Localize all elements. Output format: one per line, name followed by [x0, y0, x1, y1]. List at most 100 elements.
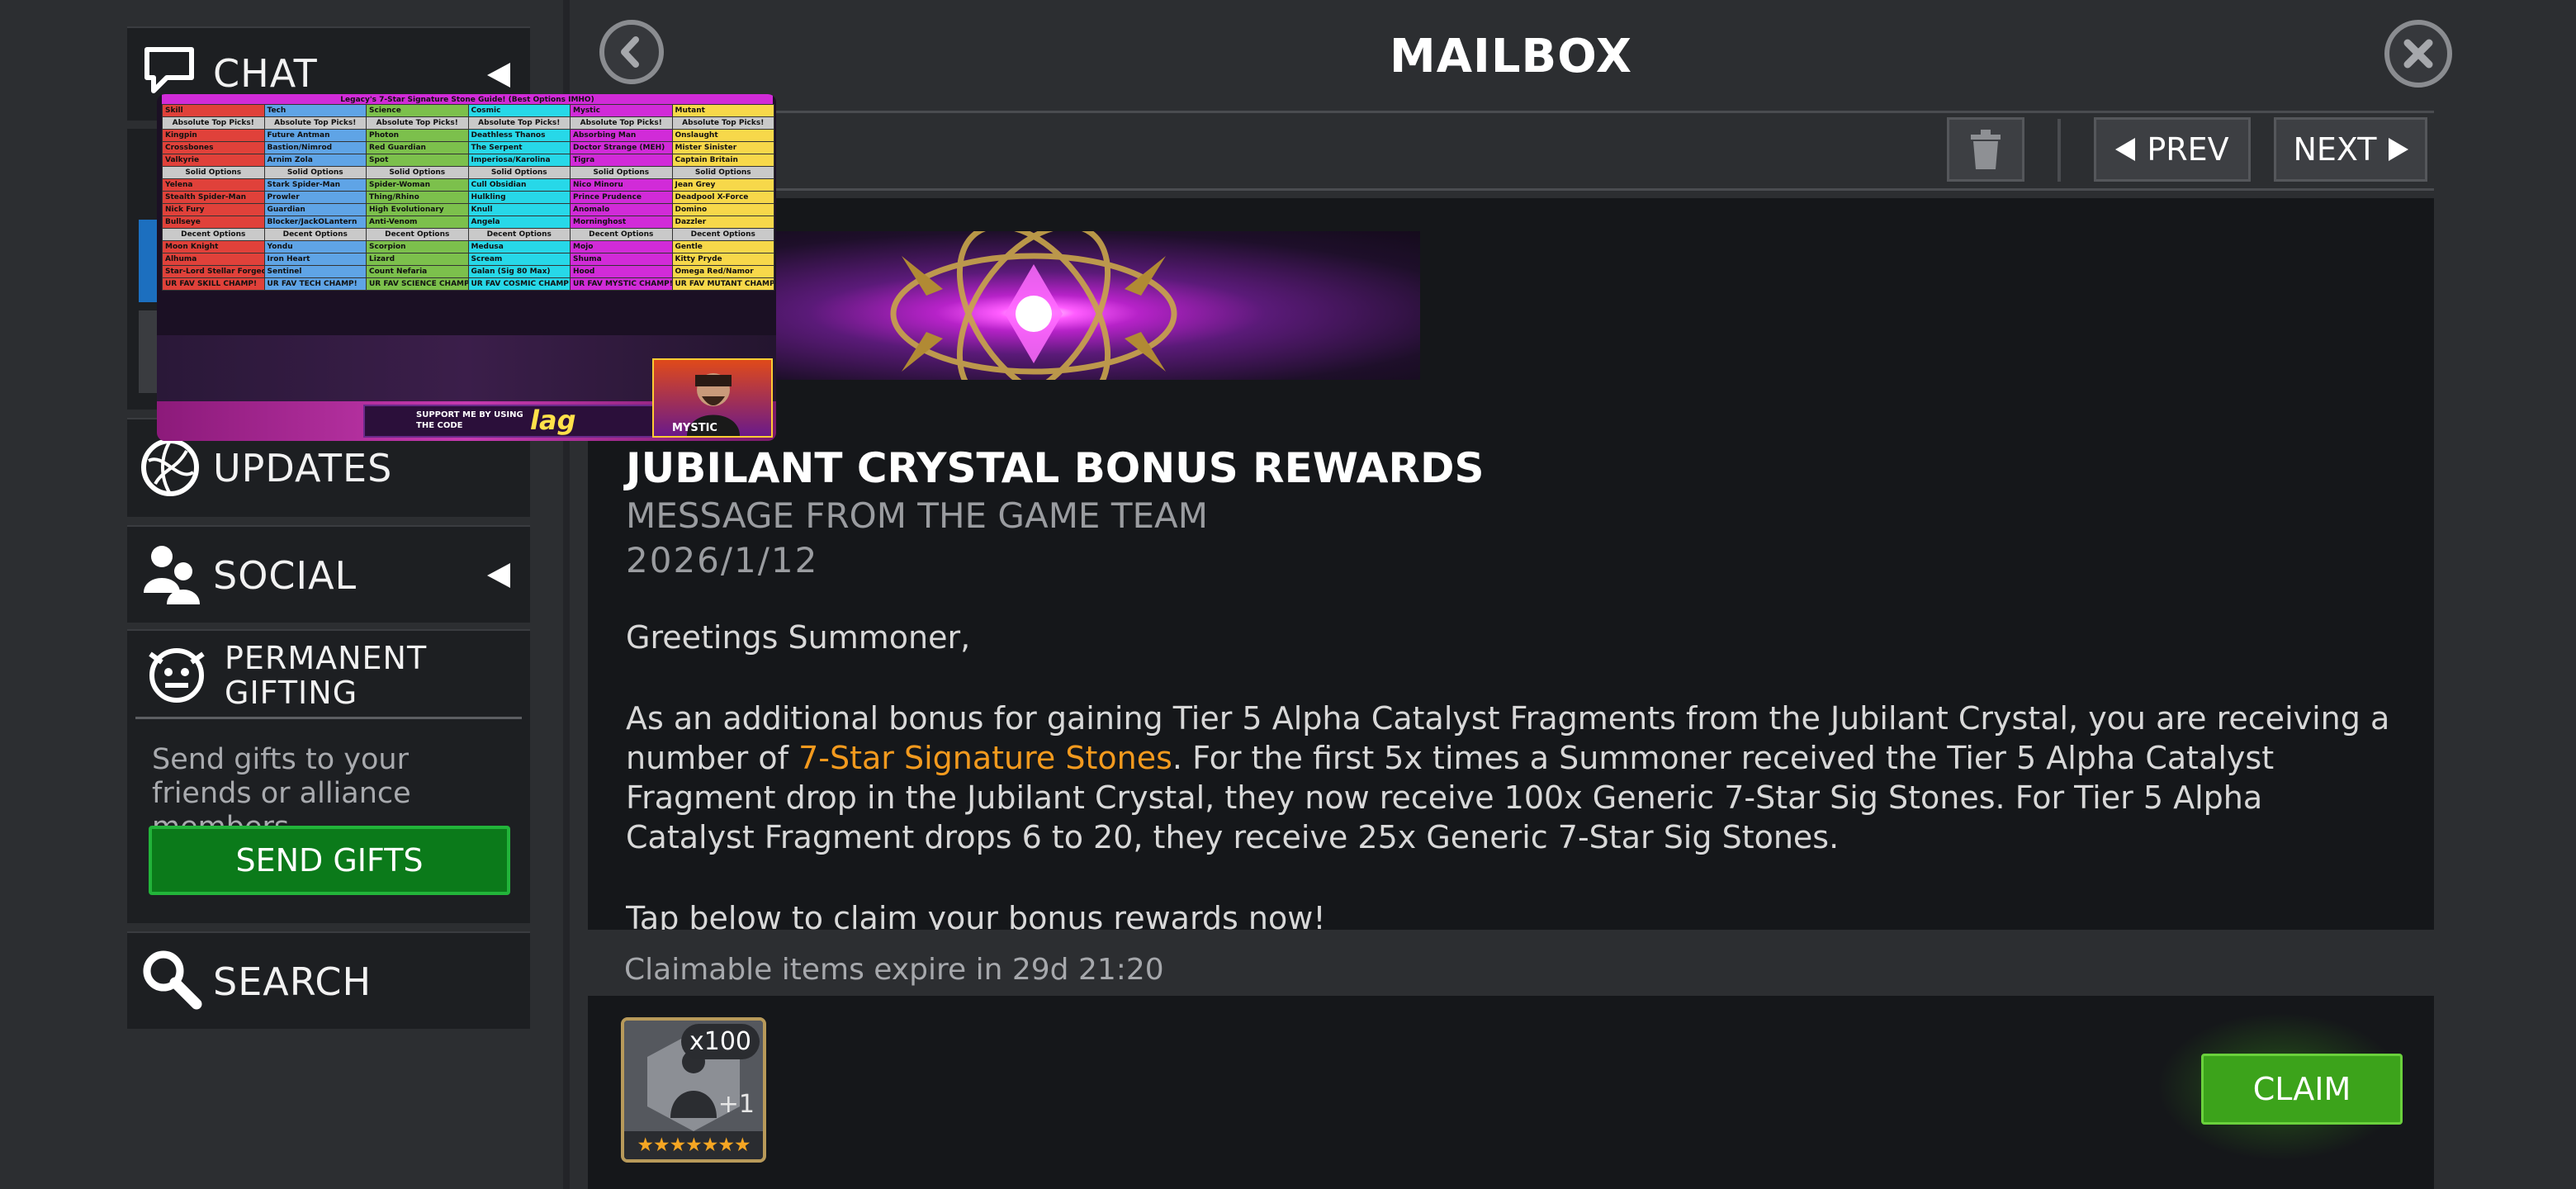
table-cell: Arnim Zola [263, 154, 367, 167]
table-cell: Absolute Top Picks! [671, 116, 774, 130]
table-row: Absolute Top Picks! Absolute Top Picks! Ab… [162, 116, 774, 130]
table-cell: UR FAV MYSTIC CHAMP! [570, 277, 673, 291]
sidebar-item-label: CHAT [213, 51, 318, 96]
table-cell: Hood [570, 265, 673, 278]
table-cell: Absolute Top Picks! [366, 116, 469, 130]
table-cell: Blocker/JackOLantern [263, 216, 367, 229]
table-cell: High Evolutionary [366, 203, 469, 216]
table-cell: Skill [162, 104, 265, 117]
close-icon [2403, 39, 2433, 69]
prev-label: PREV [2147, 131, 2229, 168]
streamer-tag: MYSTIC [672, 422, 717, 434]
table-cell: Morninghost [570, 216, 673, 229]
divider [135, 717, 522, 719]
table-cell: The Serpent [467, 141, 571, 154]
message-body: Greetings Summoner, As an additional bon… [626, 618, 2393, 930]
sidebar-item-label: SOCIAL [213, 553, 358, 598]
table-cell: UR FAV SCIENCE CHAMP! [366, 277, 469, 291]
table-cell: Tech [263, 104, 367, 117]
toolbar-rule [588, 188, 2434, 191]
table-cell: Lizard [366, 253, 469, 266]
table-row: Alhuma Iron Heart Lizard Scream Shuma Kitty P… [162, 253, 774, 266]
sig-stones-link[interactable]: 7-Star Signature Stones [798, 740, 1172, 776]
table-row: Stealth Spider-Man Prowler Thing/Rhino Hulk… [162, 191, 774, 204]
claim-button[interactable]: CLAIM [2201, 1054, 2403, 1125]
back-button[interactable] [599, 20, 664, 84]
table-cell: Yelena [162, 178, 265, 192]
table-cell: Spot [366, 154, 469, 167]
table-row: Skill Tech Science Cosmic Mystic Mutant [162, 104, 774, 117]
table-cell: Medusa [467, 240, 571, 253]
table-cell: Crossbones [162, 141, 265, 154]
table-cell: Tigra [570, 154, 673, 167]
message-subtitle: MESSAGE FROM THE GAME TEAM [626, 495, 1208, 536]
table-cell: Anti-Venom [366, 216, 469, 229]
table-cell: Decent Options [570, 228, 673, 241]
table-cell: Thing/Rhino [366, 191, 469, 204]
table-cell: Imperiosa/Karolina [467, 154, 571, 167]
expiry-text: Claimable items expire in 29d 21:20 [624, 953, 1164, 987]
table-row: UR FAV SKILL CHAMP! UR FAV TECH CHAMP! UR … [162, 277, 774, 291]
table-cell: UR FAV MUTANT CHAMP! [671, 277, 774, 291]
table-cell: Captain Britain [671, 154, 774, 167]
table-cell: Science [366, 104, 469, 117]
close-button[interactable] [2384, 20, 2452, 88]
table-row: Solid Options Solid Options Solid Options S… [162, 166, 774, 179]
table-cell: Nico Minoru [570, 178, 673, 192]
table-cell: Red Guardian [366, 141, 469, 154]
table-cell: Photon [366, 129, 469, 142]
support-code: lag [530, 405, 576, 436]
table-cell: Solid Options [162, 166, 265, 179]
sidebar-item-search[interactable]: SEARCH [127, 931, 530, 1029]
toolbar-rule [588, 111, 2434, 113]
people-icon [144, 546, 200, 604]
table-cell: Kitty Pryde [671, 253, 774, 266]
table-cell: Count Nefaria [366, 265, 469, 278]
next-button[interactable]: NEXT [2274, 117, 2427, 182]
table-cell: Decent Options [671, 228, 774, 241]
send-gifts-button[interactable]: SEND GIFTS [149, 826, 510, 895]
send-gifts-label: SEND GIFTS [235, 842, 424, 879]
table-cell: Omega Red/Namor [671, 265, 774, 278]
table-cell: Absolute Top Picks! [570, 116, 673, 130]
table-cell: Anomalo [570, 203, 673, 216]
table-row: Yelena Stark Spider-Man Spider-Woman Cull O… [162, 178, 774, 192]
table-cell: Shuma [570, 253, 673, 266]
table-row: Nick Fury Guardian High Evolutionary Knull A… [162, 203, 774, 216]
sidebar-item-social[interactable]: SOCIAL [127, 525, 530, 623]
message-panel[interactable]: JUBILANT CRYSTAL BONUS REWARDS MESSAGE F… [588, 198, 2434, 930]
sidebar-item-label: UPDATES [213, 446, 393, 490]
page-title: MAILBOX [1389, 30, 1633, 83]
table-cell: Knull [467, 203, 571, 216]
table-cell: Alhuma [162, 253, 265, 266]
table-cell: Absorbing Man [570, 129, 673, 142]
sig-stone-guide-table: Skill Tech Science Cosmic Mystic Mutant … [162, 104, 774, 291]
prev-button[interactable]: PREV [2094, 117, 2251, 182]
reward-panel: x100 +1 ★★★★★★★ CLAIM [588, 996, 2434, 1189]
table-cell: Doctor Strange (MEH) [570, 141, 673, 154]
table-cell: Decent Options [467, 228, 571, 241]
table-cell: Iron Heart [263, 253, 367, 266]
reward-item[interactable]: x100 +1 ★★★★★★★ [621, 1017, 766, 1163]
table-row: Bullseye Blocker/JackOLantern Anti-Venom An… [162, 216, 774, 229]
table-cell: Decent Options [263, 228, 367, 241]
chat-bubble-icon [144, 47, 194, 93]
delete-button[interactable] [1947, 117, 2024, 182]
table-cell: Angela [467, 216, 571, 229]
table-row: Decent Options Decent Options Decent Optio… [162, 228, 774, 241]
table-cell: Solid Options [366, 166, 469, 179]
table-row: Kingpin Future Antman Photon Deathless Than… [162, 129, 774, 142]
table-cell: Dazzler [671, 216, 774, 229]
message-date: 2026/1/12 [626, 540, 819, 580]
table-cell: Decent Options [366, 228, 469, 241]
table-cell: Prowler [263, 191, 367, 204]
table-cell: Deathless Thanos [467, 129, 571, 142]
table-cell: Cosmic [467, 104, 571, 117]
table-cell: Solid Options [467, 166, 571, 179]
sidebar-item-label: SEARCH [213, 959, 372, 1004]
table-cell: Deadpool X-Force [671, 191, 774, 204]
table-cell: Galan (Sig 80 Max) [467, 265, 571, 278]
table-cell: Bullseye [162, 216, 265, 229]
claim-label: CLAIM [2252, 1071, 2351, 1107]
table-cell: Stark Spider-Man [263, 178, 367, 192]
